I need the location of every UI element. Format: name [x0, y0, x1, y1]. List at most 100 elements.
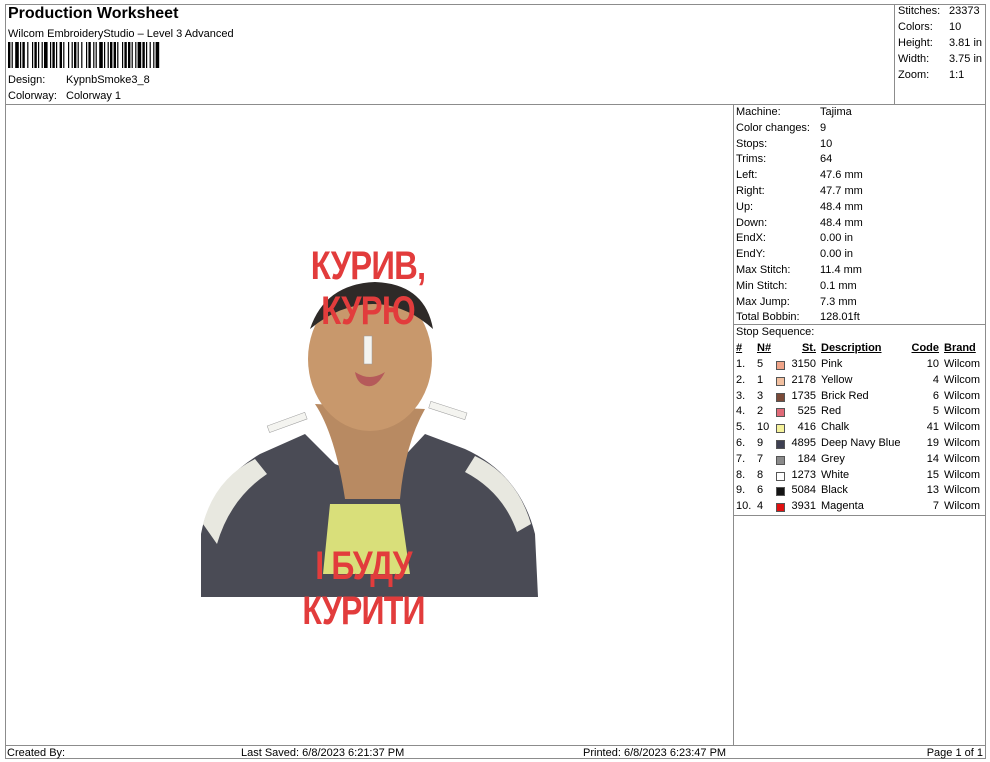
- col-header-description: Description: [821, 342, 882, 354]
- machine-info-label: Up:: [736, 200, 754, 213]
- thread-brand: Wilcom: [944, 389, 981, 402]
- color-swatch: [776, 471, 785, 481]
- thread-brand: Wilcom: [944, 421, 981, 434]
- stop-number: 9.: [736, 484, 746, 497]
- last-saved: Last Saved: 6/8/2023 6:21:37 PM: [241, 747, 405, 759]
- height-value: 3.81 in: [949, 37, 983, 49]
- thread-code: 4: [932, 373, 939, 386]
- machine-info-value: 11.4 mm: [820, 264, 862, 276]
- machine-info-value: 0.00 in: [820, 232, 854, 245]
- color-swatch: [776, 408, 785, 418]
- thread-description: Black: [821, 484, 848, 497]
- stop-number: 6.: [736, 437, 746, 449]
- colors-value: 10: [949, 21, 962, 33]
- design-summary: Stitches: 23373 Colors: 10 Height: 3.81 …: [894, 4, 986, 104]
- col-header-brand: Brand: [944, 342, 976, 354]
- col-header-needle: N#: [757, 342, 772, 354]
- color-swatch: [776, 376, 785, 386]
- stop-number: 8.: [736, 468, 746, 481]
- machine-info-label: Left:: [736, 169, 758, 182]
- machine-info-label: Right:: [736, 185, 765, 197]
- machine-info-value: Tajima: [820, 106, 852, 118]
- width-value: 3.75 in: [949, 53, 983, 65]
- machine-info-label: EndY:: [736, 248, 766, 261]
- machine-info-value: 47.7 mm: [820, 185, 863, 197]
- machine-info-label: Machine:: [736, 106, 781, 118]
- machine-info-value: 64: [820, 153, 833, 166]
- needle-number: 5: [757, 358, 764, 370]
- thread-code: 14: [926, 452, 939, 465]
- machine-info-value: 48.4 mm: [820, 216, 863, 229]
- machine-info-label: Color changes:: [736, 121, 810, 134]
- width-label: Width:: [898, 53, 930, 65]
- color-swatch: [776, 392, 785, 402]
- machine-info-value: 0.1 mm: [820, 279, 857, 292]
- thread-description: Deep Navy Blue: [821, 437, 901, 449]
- thread-brand: Wilcom: [944, 468, 981, 481]
- machine-info-label: Stops:: [736, 137, 768, 150]
- printed-date: Printed: 6/8/2023 6:23:47 PM: [583, 747, 727, 759]
- col-header-code: Code: [911, 342, 940, 354]
- created-by: Created By:: [7, 747, 66, 759]
- page-title: Production Worksheet: [8, 5, 179, 22]
- thread-description: White: [821, 468, 850, 481]
- design-label: Design:: [8, 74, 46, 86]
- stitch-count: 5084: [791, 484, 816, 497]
- machine-info-label: Trims:: [736, 153, 767, 166]
- stitch-count: 4895: [791, 437, 816, 449]
- machine-info-label: Down:: [736, 216, 768, 229]
- thread-description: Magenta: [821, 500, 864, 513]
- thread-brand: Wilcom: [944, 500, 981, 513]
- thread-code: 6: [932, 389, 939, 402]
- thread-code: 41: [926, 421, 939, 434]
- machine-info-value: 7.3 mm: [820, 295, 857, 308]
- stitch-count: 184: [797, 452, 816, 465]
- color-swatch: [776, 361, 785, 370]
- barcode-icon: [8, 42, 160, 68]
- stitches-value: 23373: [949, 5, 980, 17]
- needle-number: 2: [757, 405, 764, 418]
- colors-label: Colors:: [898, 21, 933, 33]
- machine-info-value: 47.6 mm: [820, 169, 863, 182]
- thread-description: Brick Red: [821, 389, 869, 402]
- thread-description: Pink: [821, 358, 843, 370]
- needle-number: 1: [757, 373, 764, 386]
- zoom-value: 1:1: [949, 69, 965, 81]
- color-swatch: [776, 503, 785, 513]
- stop-number: 1.: [736, 358, 746, 370]
- footer: Created By: Last Saved: 6/8/2023 6:21:37…: [5, 745, 986, 759]
- thread-brand: Wilcom: [944, 405, 981, 418]
- colorway-label: Colorway:: [8, 90, 57, 102]
- col-header-stitches: St.: [801, 342, 816, 354]
- stitch-count: 416: [797, 421, 816, 434]
- stop-number: 5.: [736, 421, 746, 434]
- machine-info-value: 0.00 in: [820, 248, 854, 261]
- stop-number: 3.: [736, 389, 746, 402]
- thread-brand: Wilcom: [944, 452, 981, 465]
- stitches-label: Stitches:: [898, 5, 941, 17]
- thread-description: Chalk: [821, 421, 850, 434]
- thread-code: 5: [932, 405, 939, 418]
- machine-info-label: Max Jump:: [736, 295, 790, 308]
- needle-number: 10: [757, 421, 770, 434]
- stitch-count: 1273: [791, 468, 816, 481]
- color-swatch: [776, 455, 785, 465]
- machine-info-label: Max Stitch:: [736, 264, 791, 276]
- artwork-bottom-text: І БУДУ КУРИТИ: [302, 544, 425, 633]
- software-name: Wilcom EmbroideryStudio – Level 3 Advanc…: [8, 28, 234, 40]
- needle-number: 8: [757, 468, 764, 481]
- thread-code: 13: [926, 484, 939, 497]
- embroidery-artwork: [201, 282, 538, 597]
- thread-brand: Wilcom: [944, 437, 981, 449]
- table-bottom-divider: [734, 515, 986, 516]
- stitch-count: 3931: [791, 500, 816, 513]
- col-header-num: #: [736, 342, 743, 354]
- nose-cigarette: [363, 335, 373, 365]
- colorway-value: Colorway 1: [66, 90, 122, 102]
- machine-info-value: 48.4 mm: [820, 200, 863, 213]
- stop-number: 4.: [736, 405, 746, 418]
- thread-description: Yellow: [821, 373, 853, 386]
- needle-number: 3: [757, 389, 764, 402]
- needle-number: 7: [757, 452, 764, 465]
- stop-sequence-divider: [734, 324, 986, 325]
